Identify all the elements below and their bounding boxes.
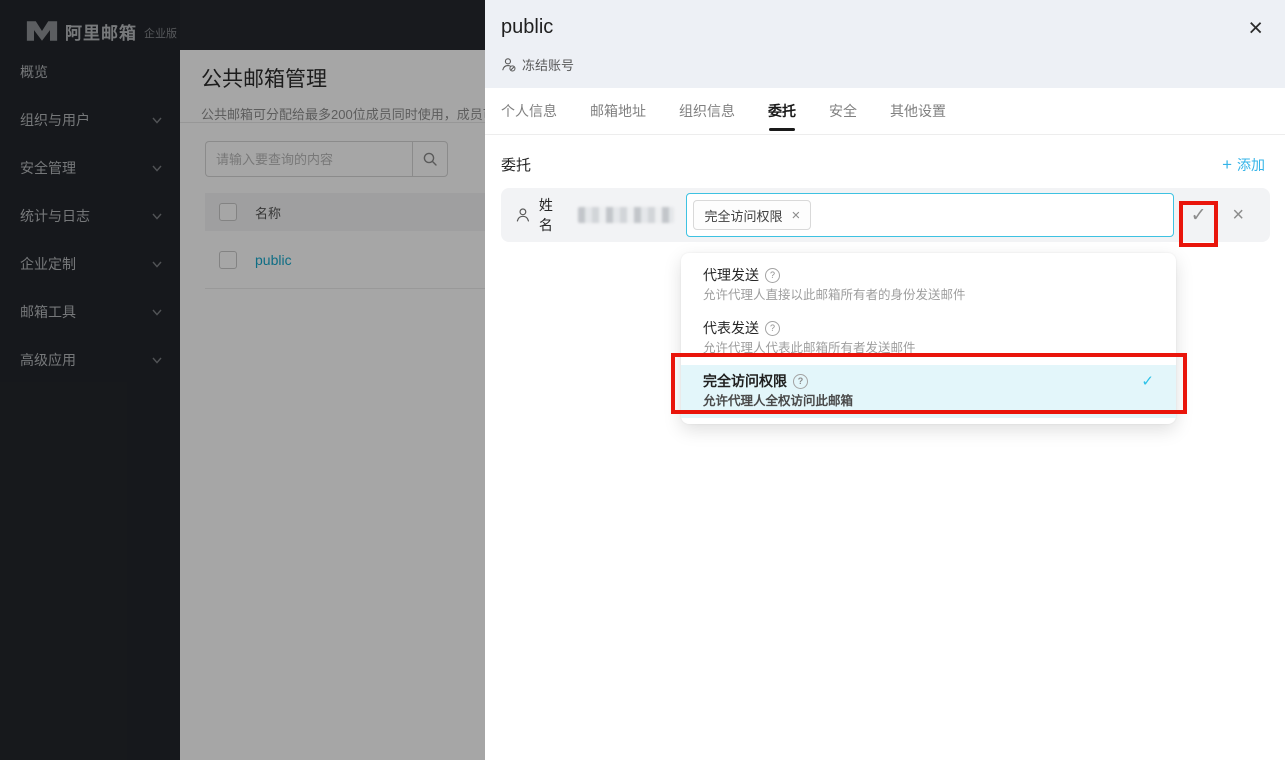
add-delegation-button[interactable]: + 添加: [1222, 155, 1265, 175]
permission-tag: 完全访问权限 ×: [693, 200, 811, 230]
delegation-row: 姓名 完全访问权限 × ✓ ×: [501, 188, 1270, 242]
help-icon[interactable]: ?: [765, 321, 780, 336]
tab-security[interactable]: 安全: [829, 88, 857, 134]
tab-other-settings[interactable]: 其他设置: [890, 88, 946, 134]
close-icon[interactable]: ×: [1244, 12, 1267, 45]
freeze-account-icon: [501, 57, 516, 72]
drawer-title: public: [501, 16, 1269, 39]
tab-org-info[interactable]: 组织信息: [679, 88, 735, 134]
freeze-account-button[interactable]: 冻结账号: [501, 55, 574, 74]
drawer-tabs: 个人信息 邮箱地址 组织信息 委托 安全 其他设置: [485, 88, 1285, 135]
add-label: 添加: [1237, 155, 1265, 175]
help-icon[interactable]: ?: [793, 374, 808, 389]
name-label: 姓名: [539, 195, 567, 235]
selected-check-icon: ✓: [1141, 373, 1154, 390]
dropdown-option-send-on-behalf[interactable]: 代表发送 ? 允许代理人代表此邮箱所有者发送邮件: [681, 312, 1176, 365]
plus-icon: +: [1222, 156, 1232, 173]
delegation-section-header: 委托 + 添加: [485, 135, 1285, 188]
freeze-account-label: 冻结账号: [522, 55, 574, 74]
drawer-header: public 冻结账号 ×: [485, 0, 1285, 88]
remove-tag-icon[interactable]: ×: [792, 208, 801, 223]
tab-delegation[interactable]: 委托: [768, 88, 796, 134]
section-title: 委托: [501, 154, 531, 175]
tab-personal-info[interactable]: 个人信息: [501, 88, 557, 134]
redacted-name: [578, 207, 674, 223]
permission-tag-label: 完全访问权限: [704, 206, 782, 225]
permission-select[interactable]: 完全访问权限 ×: [686, 193, 1173, 237]
confirm-button[interactable]: ✓: [1181, 193, 1217, 237]
app-root: 阿里邮箱 企业版 概览 组织与用户 安全管理 统计与日志 企业定制: [0, 0, 1285, 760]
user-icon: [515, 207, 531, 223]
permission-dropdown: 代理发送 ? 允许代理人直接以此邮箱所有者的身份发送邮件 代表发送 ? 允许代理…: [681, 253, 1176, 424]
detail-drawer: public 冻结账号 × 个人信息 邮箱地址 组织信息 委托 安全 其他设置 …: [485, 0, 1285, 760]
tab-mail-address[interactable]: 邮箱地址: [590, 88, 646, 134]
help-icon[interactable]: ?: [765, 268, 780, 283]
dropdown-option-full-access[interactable]: 完全访问权限 ? ✓ 允许代理人全权访问此邮箱: [681, 365, 1176, 418]
dropdown-option-send-as[interactable]: 代理发送 ? 允许代理人直接以此邮箱所有者的身份发送邮件: [681, 259, 1176, 312]
cancel-button[interactable]: ×: [1220, 193, 1256, 237]
